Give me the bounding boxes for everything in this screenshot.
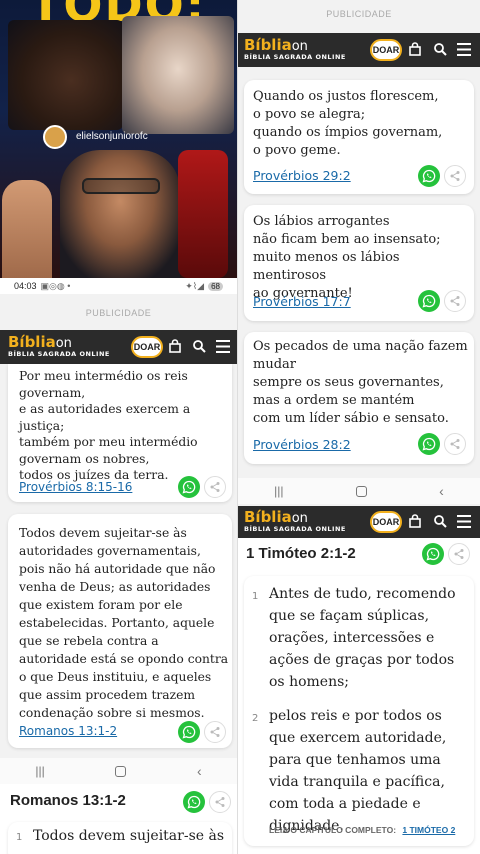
video-panel: TODO: elielsonjuniorofc <box>0 0 237 278</box>
verse-text: Os pecados de uma nação fazem mudar semp… <box>253 339 468 426</box>
chapter-title: Romanos 13:1-2 <box>10 792 126 809</box>
bag-icon[interactable] <box>408 42 422 56</box>
chapter-section: 1 Timóteo 2:1-2 1 Antes de tudo, recomen… <box>238 538 480 854</box>
share-icon[interactable] <box>204 476 226 498</box>
verse-number: 2 <box>252 713 259 724</box>
status-time: 04:03 <box>14 281 37 291</box>
verse-reference-link[interactable]: Provérbios 17:7 <box>253 294 351 309</box>
verse-reference-link[interactable]: Provérbios 8:15-16 <box>19 480 132 494</box>
verse-card-1: Por meu intermédio os reis governam, e a… <box>8 364 232 502</box>
whatsapp-icon[interactable] <box>418 165 440 187</box>
verse-text: pelos reis e por todos os que exercem au… <box>269 708 447 834</box>
verse-text: Todos devem sujeitar-se às <box>33 828 225 844</box>
verse-card-3: Os pecados de uma nação fazem mudar semp… <box>244 332 474 464</box>
system-nav-bar: ||| ‹ <box>238 478 480 504</box>
whatsapp-icon[interactable] <box>418 433 440 455</box>
handle-avatar <box>43 125 67 149</box>
streamer-hand <box>2 180 52 278</box>
search-icon[interactable] <box>433 514 447 528</box>
streamer-glasses <box>82 178 160 194</box>
share-icon[interactable] <box>448 543 470 565</box>
signal-icon: ✦⌇◢ <box>185 280 205 291</box>
app-logo[interactable]: Bíbliaon BÍBLIA SAGRADA ONLINE <box>8 333 110 358</box>
back-icon[interactable]: ‹ <box>197 763 202 779</box>
chapter-verses-card: 1 Antes de tudo, recomendo que se façam … <box>244 576 474 846</box>
logo-subtitle: BÍBLIA SAGRADA ONLINE <box>244 525 346 533</box>
verse-reference-link[interactable]: Provérbios 28:2 <box>253 437 351 452</box>
share-icon[interactable] <box>444 290 466 312</box>
whatsapp-icon[interactable] <box>183 791 205 813</box>
chapter-verse-card: 1 Todos devem sujeitar-se às <box>8 822 232 854</box>
status-icons-left: ▣◎◍ • <box>40 280 71 291</box>
system-nav-bar: ||| ‹ <box>0 758 237 784</box>
verse-card-2: Todos devem sujeitar-se às autoridades g… <box>8 514 232 748</box>
home-icon[interactable] <box>115 765 127 777</box>
verse-text: Por meu intermédio os reis governam, e a… <box>19 369 198 482</box>
donate-button[interactable]: DOAR <box>370 39 402 61</box>
whatsapp-icon[interactable] <box>178 476 200 498</box>
whatsapp-icon[interactable] <box>418 290 440 312</box>
bag-icon[interactable] <box>408 514 422 528</box>
search-icon[interactable] <box>433 42 447 56</box>
read-chapter-link[interactable]: 1 TIMÓTEO 2 <box>402 825 455 835</box>
logo-subtitle: BÍBLIA SAGRADA ONLINE <box>244 53 346 61</box>
battery-badge: 68 <box>208 281 223 291</box>
chapter-section: Romanos 13:1-2 1 Todos devem sujeitar-se… <box>0 784 237 854</box>
ad-label: PUBLICIDADE <box>326 9 392 19</box>
share-icon[interactable] <box>204 721 226 743</box>
chapter-title: 1 Timóteo 2:1-2 <box>246 545 356 562</box>
handle-name: elielsonjuniorofc <box>76 131 148 142</box>
donate-button[interactable]: DOAR <box>370 511 402 533</box>
app-logo[interactable]: Bíbliaon BÍBLIA SAGRADA ONLINE <box>244 36 346 61</box>
whatsapp-icon[interactable] <box>178 721 200 743</box>
recents-icon[interactable]: ||| <box>274 484 283 498</box>
verse-reference-link[interactable]: Provérbios 29:2 <box>253 168 351 183</box>
status-bar: 04:03 ▣◎◍ • ✦⌇◢ 68 <box>0 278 237 294</box>
share-icon[interactable] <box>444 165 466 187</box>
verse-text: Quando os justos florescem, o povo se al… <box>253 89 443 158</box>
whatsapp-icon[interactable] <box>422 543 444 565</box>
menu-icon[interactable] <box>216 340 230 353</box>
recents-icon[interactable]: ||| <box>35 764 44 778</box>
streamer-photo <box>60 150 180 278</box>
donate-button[interactable]: DOAR <box>131 336 163 358</box>
verse-text: Antes de tudo, recomendo que se façam sú… <box>269 586 456 690</box>
person-right-photo <box>122 16 234 134</box>
verse-card-2: Os lábios arrogantes não ficam bem ao in… <box>244 205 474 321</box>
bag-icon[interactable] <box>168 339 182 353</box>
left-app: PUBLICIDADE Bíbliaon BÍBLIA SAGRADA ONLI… <box>0 294 237 854</box>
logo-subtitle: BÍBLIA SAGRADA ONLINE <box>8 350 110 358</box>
back-icon[interactable]: ‹ <box>439 483 444 499</box>
app-header: Bíbliaon BÍBLIA SAGRADA ONLINE DOAR <box>238 33 480 67</box>
menu-icon[interactable] <box>457 515 471 528</box>
verse-text: Todos devem sujeitar-se às autoridades g… <box>19 526 229 720</box>
verse-reference-link[interactable]: Romanos 13:1-2 <box>19 724 117 738</box>
home-icon[interactable] <box>355 485 367 497</box>
verse-number: 1 <box>16 832 23 843</box>
app-header: Bíbliaon BÍBLIA SAGRADA ONLINE DOAR <box>238 506 480 538</box>
share-icon[interactable] <box>444 433 466 455</box>
share-icon[interactable] <box>209 791 231 813</box>
read-chapter-row: LEIA O CAPÍTULO COMPLETO: 1 TIMÓTEO 2 <box>269 825 455 835</box>
search-icon[interactable] <box>192 339 206 353</box>
right-app: PUBLICIDADE Bíbliaon BÍBLIA SAGRADA ONLI… <box>238 0 480 854</box>
verse-number: 1 <box>252 591 259 602</box>
ad-label: PUBLICIDADE <box>85 308 152 318</box>
chair <box>178 150 228 278</box>
app-logo[interactable]: Bíbliaon BÍBLIA SAGRADA ONLINE <box>244 508 346 533</box>
app-header: Bíbliaon BÍBLIA SAGRADA ONLINE DOAR <box>0 330 237 364</box>
read-chapter-label: LEIA O CAPÍTULO COMPLETO: <box>269 825 397 835</box>
verse-card-1: Quando os justos florescem, o povo se al… <box>244 80 474 194</box>
verse-text: Os lábios arrogantes não ficam bem ao in… <box>253 214 441 301</box>
panel-divider <box>237 0 238 854</box>
person-left-photo <box>8 20 123 130</box>
menu-icon[interactable] <box>457 43 471 56</box>
